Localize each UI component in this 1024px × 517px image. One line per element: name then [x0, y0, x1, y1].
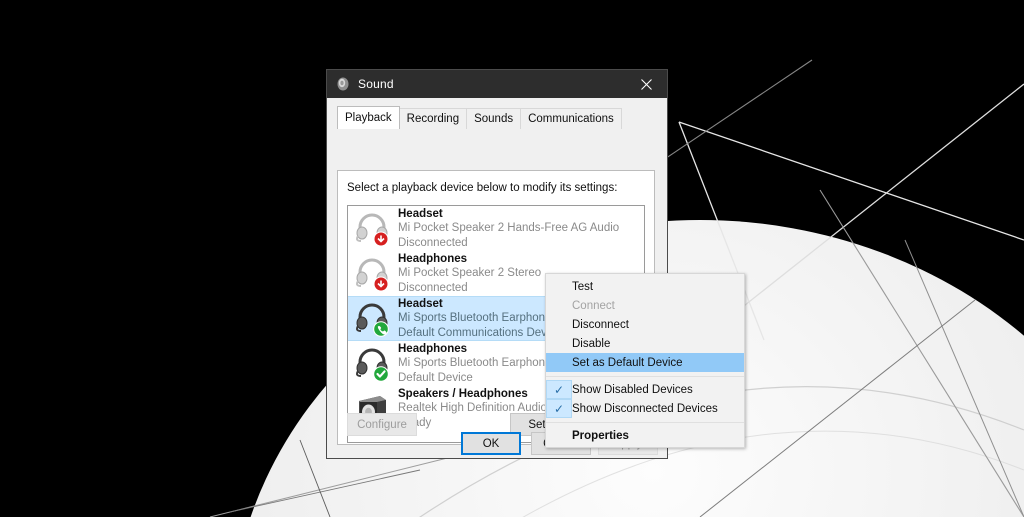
menu-item-label: Disable	[572, 337, 611, 350]
device-description: Mi Sports Bluetooth Earphones	[398, 357, 558, 370]
menu-item-label: Show Disabled Devices	[572, 383, 693, 396]
tab-recording[interactable]: Recording	[398, 108, 468, 129]
menu-gutter	[546, 277, 572, 296]
close-icon[interactable]	[625, 70, 667, 98]
menu-item-label: Disconnect	[572, 318, 629, 331]
headset-icon	[353, 300, 391, 338]
device-status: Disconnected	[398, 236, 468, 249]
device-name: Speakers / Headphones	[398, 388, 528, 401]
tab-strip: Playback Recording Sounds Communications	[337, 106, 657, 129]
speaker-icon	[335, 76, 351, 92]
checkmark-icon: ✓	[546, 380, 572, 399]
menu-item-label: Test	[572, 280, 594, 293]
headset-icon	[353, 210, 391, 248]
menu-item-show-disabled-devices[interactable]: ✓ Show Disabled Devices	[546, 380, 744, 399]
device-status: Disconnected	[398, 281, 468, 294]
device-info: Headphones Mi Sports Bluetooth Earphones…	[398, 342, 557, 384]
menu-item-label: Properties	[572, 429, 629, 442]
tab-communications[interactable]: Communications	[520, 108, 622, 129]
menu-gutter	[546, 353, 572, 372]
configure-button[interactable]: Configure	[347, 413, 417, 436]
menu-separator	[546, 376, 744, 377]
menu-item-label: Connect	[572, 299, 615, 312]
device-context-menu: Test Connect Disconnect Disable Set as D…	[545, 273, 745, 448]
tab-playback[interactable]: Playback	[337, 106, 400, 129]
headphones-icon	[353, 345, 391, 383]
device-description: Mi Pocket Speaker 2 Stereo	[398, 267, 542, 280]
device-name: Headphones	[398, 253, 468, 266]
menu-item-label: Set as Default Device	[572, 356, 683, 369]
panel-instruction: Select a playback device below to modify…	[347, 182, 618, 194]
menu-item-label: Show Disconnected Devices	[572, 402, 718, 415]
menu-item-show-disconnected-devices[interactable]: ✓ Show Disconnected Devices	[546, 399, 744, 418]
menu-item-test[interactable]: Test	[546, 277, 744, 296]
menu-item-set-as-default-device[interactable]: Set as Default Device	[546, 353, 744, 372]
table-row[interactable]: Headset Mi Pocket Speaker 2 Hands-Free A…	[348, 206, 644, 251]
device-description: Mi Pocket Speaker 2 Hands-Free AG Audio	[398, 222, 620, 235]
menu-gutter	[546, 334, 572, 353]
device-info: Headset Mi Pocket Speaker 2 Hands-Free A…	[398, 207, 619, 249]
menu-separator	[546, 422, 744, 423]
menu-item-connect: Connect	[546, 296, 744, 315]
device-name: Headset	[398, 208, 443, 221]
tab-sounds[interactable]: Sounds	[466, 108, 522, 129]
window-title: Sound	[358, 77, 394, 91]
menu-item-disable[interactable]: Disable	[546, 334, 744, 353]
window-titlebar[interactable]: Sound	[327, 70, 667, 98]
device-info: Headphones Mi Pocket Speaker 2 Stereo Di…	[398, 252, 541, 294]
device-name: Headphones	[398, 343, 468, 356]
checkmark-icon: ✓	[546, 399, 572, 418]
menu-item-disconnect[interactable]: Disconnect	[546, 315, 744, 334]
menu-gutter	[546, 426, 572, 445]
headphones-icon	[353, 255, 391, 293]
menu-gutter	[546, 315, 572, 334]
device-status: Default Device	[398, 371, 473, 384]
menu-item-properties[interactable]: Properties	[546, 426, 744, 445]
ok-button[interactable]: OK	[461, 432, 521, 455]
menu-gutter	[546, 296, 572, 315]
